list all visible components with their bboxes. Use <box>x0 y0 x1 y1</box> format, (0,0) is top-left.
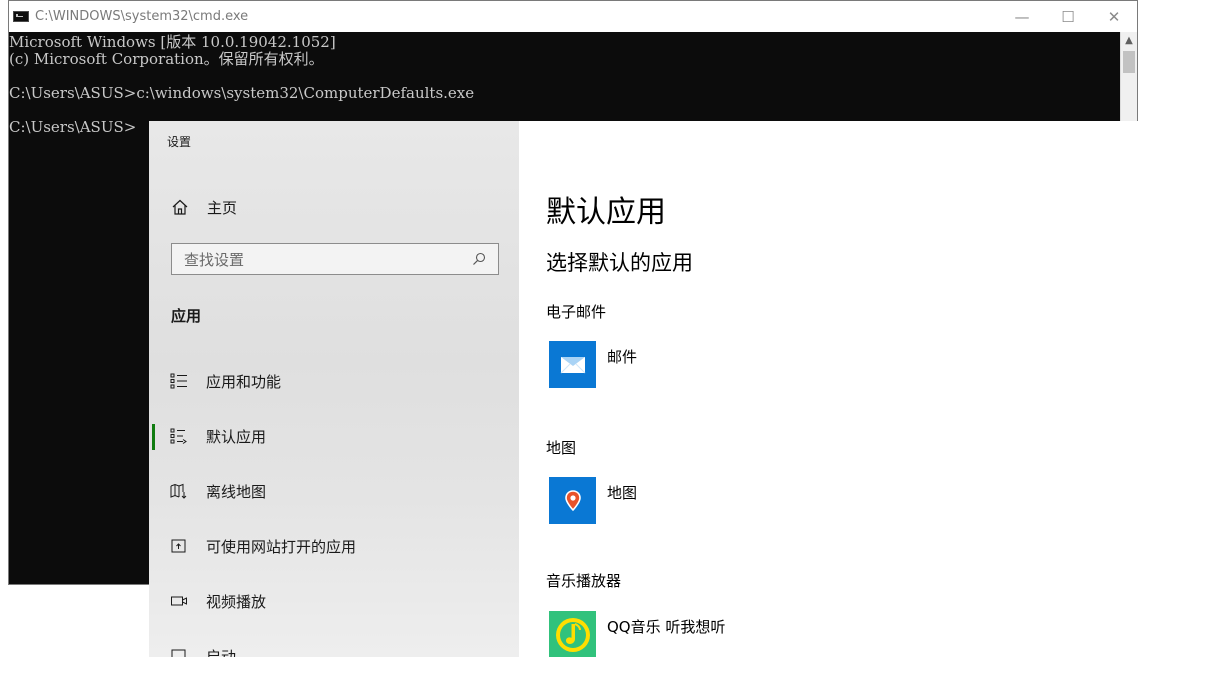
home-nav-item[interactable]: 主页 <box>171 197 237 217</box>
close-button[interactable]: ✕ <box>1091 1 1137 32</box>
section-heading: 应用 <box>171 307 202 325</box>
qq-music-app-icon <box>549 611 596 657</box>
nav-item-apps-features[interactable]: 应用和功能 <box>149 363 519 399</box>
nav-item-default-apps[interactable]: 默认应用 <box>149 418 519 454</box>
settings-content-pane: 默认应用 选择默认的应用 电子邮件 邮件 地图 地图 音乐播放器 QQ音乐 听我… <box>519 121 1208 657</box>
page-subtitle: 选择默认的应用 <box>546 251 693 275</box>
console-line: C:\Users\ASUS>c:\windows\system32\Comput… <box>9 84 475 102</box>
search-settings-input[interactable]: 查找设置 <box>171 243 499 275</box>
settings-nav-pane: 设置 主页 查找设置 应用 应用和功能 默认应用 离线地图 可使用网站打开的应用… <box>149 121 519 657</box>
cmd-app-icon <box>13 11 29 22</box>
app-name: QQ音乐 听我想听 <box>607 618 726 636</box>
category-label: 电子邮件 <box>546 303 607 321</box>
nav-item-offline-maps[interactable]: 离线地图 <box>149 473 519 509</box>
minimize-button[interactable]: — <box>999 1 1045 32</box>
default-apps-icon <box>170 427 188 445</box>
search-placeholder: 查找设置 <box>184 250 245 269</box>
settings-caption: 设置 <box>167 135 192 149</box>
app-name: 邮件 <box>607 348 638 366</box>
cmd-scrollbar[interactable]: ▲ <box>1120 32 1137 122</box>
category-label: 地图 <box>546 439 577 457</box>
scroll-up-icon[interactable]: ▲ <box>1121 32 1137 49</box>
apps-features-icon <box>170 372 188 390</box>
default-app-music-button[interactable]: QQ音乐 听我想听 <box>549 611 725 657</box>
offline-maps-icon <box>170 482 188 500</box>
console-line: Microsoft Windows [版本 10.0.19042.1052] <box>9 33 336 51</box>
nav-item-label: 可使用网站打开的应用 <box>206 537 357 556</box>
cmd-window-title: C:\WINDOWS\system32\cmd.exe <box>35 9 249 24</box>
default-app-email-button[interactable]: 邮件 <box>549 341 637 389</box>
nav-item-apps-for-websites[interactable]: 可使用网站打开的应用 <box>149 528 519 564</box>
maximize-button[interactable]: ☐ <box>1045 1 1091 32</box>
settings-window: 设置 主页 查找设置 应用 应用和功能 默认应用 离线地图 可使用网站打开的应用… <box>149 121 1208 657</box>
video-playback-icon <box>170 592 188 610</box>
mail-app-icon <box>549 341 596 388</box>
search-icon[interactable] <box>472 252 486 266</box>
maps-app-icon <box>549 477 596 524</box>
nav-item-label: 默认应用 <box>206 427 267 446</box>
startup-icon <box>170 647 188 657</box>
nav-item-label: 启动 <box>206 647 237 658</box>
app-name: 地图 <box>607 484 638 502</box>
home-label: 主页 <box>207 198 238 217</box>
home-icon <box>172 199 188 215</box>
nav-item-video-playback[interactable]: 视频播放 <box>149 583 519 619</box>
apps-for-websites-icon <box>170 537 188 555</box>
default-app-maps-button[interactable]: 地图 <box>549 477 637 525</box>
console-line: (c) Microsoft Corporation。保留所有权利。 <box>9 50 324 68</box>
cmd-title-bar[interactable]: C:\WINDOWS\system32\cmd.exe — ☐ ✕ <box>9 1 1137 32</box>
category-label: 音乐播放器 <box>546 572 622 590</box>
scrollbar-thumb[interactable] <box>1123 51 1135 73</box>
page-title: 默认应用 <box>546 195 666 230</box>
nav-item-label: 应用和功能 <box>206 372 282 391</box>
nav-item-startup[interactable]: 启动 <box>149 638 519 657</box>
nav-item-label: 视频播放 <box>206 592 267 611</box>
nav-item-label: 离线地图 <box>206 482 267 501</box>
